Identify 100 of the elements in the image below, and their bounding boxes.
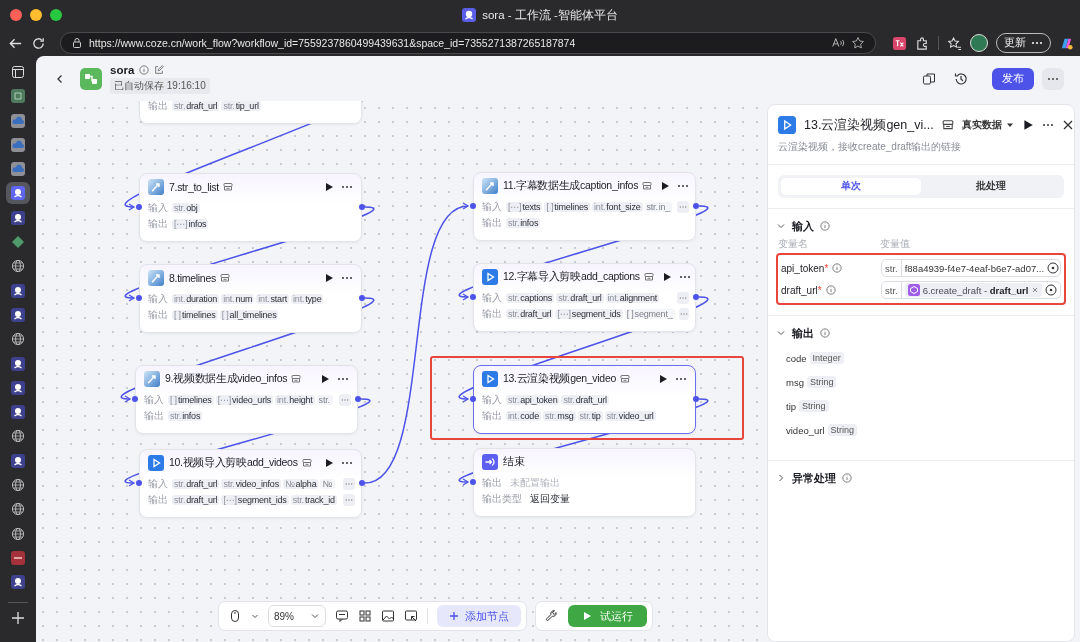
- input-port[interactable]: [470, 294, 476, 300]
- copy-icon[interactable]: [922, 71, 936, 86]
- output-port[interactable]: [359, 480, 365, 486]
- puzzle-icon[interactable]: [915, 35, 930, 51]
- run-icon[interactable]: [324, 273, 334, 283]
- read-aloud-icon[interactable]: [831, 36, 845, 50]
- input-port[interactable]: [470, 396, 476, 402]
- parameter-tag: [ ]all_timelines: [219, 310, 279, 320]
- value-field[interactable]: str. f88a4939-f4e7-4eaf-b6e7-ad07...: [881, 259, 1061, 277]
- workflow-logo-icon: [80, 67, 102, 90]
- more-button[interactable]: [1042, 67, 1064, 90]
- mode-tab[interactable]: 批处理: [921, 178, 1061, 195]
- run-icon[interactable]: [320, 374, 330, 384]
- parameter-tag: [ ]timelines: [544, 202, 591, 212]
- layout-icon[interactable]: [358, 609, 372, 623]
- add-icon[interactable]: [11, 610, 25, 625]
- workflow-node[interactable]: 10.视频导入剪映add_videos 输入 str.draft_url str.video_infos №alpha № 输出 str.draft_url [⋯]segment_ids str.track_id: [139, 449, 362, 518]
- input-port[interactable]: [136, 480, 142, 486]
- target-icon[interactable]: [1045, 284, 1058, 296]
- row-label: 输入: [482, 291, 502, 305]
- node-title: 11.字幕数据生成caption_infos: [503, 179, 639, 193]
- input-port[interactable]: [470, 203, 476, 209]
- workflow-node[interactable]: 11.字幕数据生成caption_infos 输入 [⋯]texts [ ]timelines int.font_size str.in_ 输出 str.infos: [473, 172, 696, 241]
- workflow-node[interactable]: 9.视频数据生成video_infos 输入 [ ]timelines [⋯]video_urls int.height str. 输出 str.infos: [135, 365, 358, 434]
- row-label: 输入: [482, 393, 502, 407]
- reference-value: 6.create_draft - draft_url: [922, 284, 1029, 296]
- workflow-node[interactable]: 8.timelines 输入 int.duration int.num int.start int.type 输出 [ ]timelines [ ]all_timelines: [139, 264, 362, 333]
- parameter-tag: int.num: [221, 294, 255, 304]
- row-label: 输入: [148, 292, 168, 306]
- parameter-tag: [⋯]texts: [506, 202, 543, 212]
- row-label: 输入: [148, 477, 168, 491]
- window-minimize-button[interactable]: [30, 9, 42, 21]
- parameter-value: f88a4939-f4e7-4eaf-b6e7-ad07...: [904, 262, 1045, 274]
- workflow-node[interactable]: 13.云渲染视频gen_video 输入 str.api_token str.draft_url 输出 int.code str.msg str.tip str.video_url: [473, 365, 696, 434]
- parameter-tag: [⋯]segment_ids: [221, 495, 289, 505]
- data-mode-dropdown[interactable]: 真实数据: [961, 118, 1014, 132]
- minimap-icon[interactable]: [404, 609, 418, 623]
- input-port[interactable]: [470, 479, 476, 485]
- profile-avatar[interactable]: [970, 34, 988, 52]
- mouse-icon[interactable]: [228, 609, 242, 623]
- mode-tab[interactable]: 单次: [781, 178, 921, 195]
- play-icon: [482, 269, 498, 285]
- target-icon[interactable]: [1047, 262, 1060, 274]
- favorites-icon[interactable]: [947, 35, 962, 51]
- input-port[interactable]: [136, 204, 142, 210]
- node-title: 10.视频导入剪映add_videos: [169, 456, 298, 470]
- node-title: 9.视频数据生成video_infos: [165, 372, 288, 386]
- publish-button[interactable]: 发布: [992, 67, 1034, 90]
- workflow-node[interactable]: 7.str_to_list 输入 str.obj 输出 [⋯]infos: [139, 173, 362, 242]
- workflow-node[interactable]: 结束 输出 未配置输出 输出类型 返回变量: [473, 448, 696, 517]
- parameter-tag: [⋯]video_urls: [215, 395, 274, 405]
- reload-icon[interactable]: [31, 35, 46, 51]
- output-port[interactable]: [693, 203, 699, 209]
- storage-icon: [619, 374, 630, 384]
- input-port[interactable]: [136, 295, 142, 301]
- edit-icon[interactable]: [154, 64, 165, 75]
- parameter-tag: str.draft_url: [561, 395, 609, 405]
- workflow-node[interactable]: 12.字幕导入剪映add_captions 输入 str.captions str.draft_url int.alignment 输出 str.draft_url [⋯]segment_ids [ ]segment_: [473, 263, 696, 332]
- panel-title: 13.云渲染视频gen_vi...: [804, 116, 934, 134]
- extension-icon[interactable]: [892, 35, 907, 51]
- parameter-tag: str.draft_url: [172, 495, 220, 505]
- run-icon[interactable]: [324, 182, 334, 192]
- add-node-button[interactable]: 添加节点: [437, 605, 521, 627]
- play-icon: [148, 455, 164, 471]
- value-field[interactable]: str. 6.create_draft - draft_url: [881, 281, 1061, 299]
- run-icon[interactable]: [661, 272, 672, 282]
- input-port[interactable]: [132, 396, 138, 402]
- run-icon[interactable]: [324, 458, 334, 468]
- run-icon[interactable]: [660, 181, 671, 191]
- storage-icon: [941, 119, 954, 131]
- zoom-select[interactable]: 89%: [268, 605, 326, 627]
- output-port[interactable]: [693, 294, 699, 300]
- run-icon[interactable]: [1021, 119, 1034, 131]
- row-label: 输出: [148, 217, 168, 231]
- output-port[interactable]: [693, 396, 699, 402]
- site-icon: [462, 8, 477, 22]
- storage-icon: [643, 272, 654, 282]
- parameter-tag: str.api_token: [506, 395, 560, 405]
- star-icon[interactable]: [851, 36, 865, 50]
- row-label: 输入: [482, 200, 502, 214]
- image-icon[interactable]: [381, 609, 395, 623]
- close-icon[interactable]: [1061, 119, 1074, 131]
- history-icon[interactable]: [954, 71, 968, 86]
- wrench-icon[interactable]: [545, 609, 559, 623]
- window-zoom-button[interactable]: [50, 9, 62, 21]
- workflow-node[interactable]: 输出 str.draft_url str.tip_url: [139, 101, 362, 124]
- address-bar[interactable]: https://www.coze.cn/work_flow?workflow_id=7559237860499439631&space_id=7355271387265187874: [60, 32, 876, 54]
- parameter-name: draft_url*: [781, 284, 822, 296]
- node-title: 12.字幕导入剪映add_captions: [503, 270, 640, 284]
- run-icon[interactable]: [658, 374, 668, 384]
- output-port[interactable]: [359, 204, 365, 210]
- sidebar-tab-icon[interactable]: [6, 182, 30, 205]
- output-port[interactable]: [355, 396, 361, 402]
- window-close-button[interactable]: [10, 9, 22, 21]
- comment-icon[interactable]: [335, 609, 349, 623]
- type-tag: Integer: [809, 352, 844, 364]
- output-port[interactable]: [359, 295, 365, 301]
- clear-icon[interactable]: [1031, 286, 1040, 294]
- row-label: 输入: [148, 201, 168, 215]
- parameter-tag: №alpha: [282, 479, 319, 489]
